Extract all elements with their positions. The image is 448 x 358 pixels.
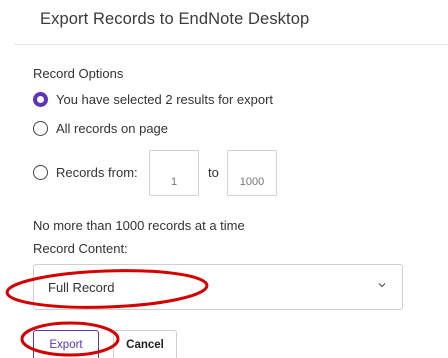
range-to-input[interactable] [227, 150, 277, 196]
range-from-input[interactable] [149, 150, 199, 196]
range-to-label: to [208, 165, 219, 180]
record-content-select[interactable]: Full Record [33, 264, 403, 310]
record-content-label: Record Content: [33, 241, 128, 256]
title-divider [14, 44, 448, 45]
record-options-label: Record Options [33, 66, 124, 81]
radio-records-from[interactable]: Records from: [33, 165, 138, 180]
radio-selected-results-label: You have selected 2 results for export [56, 92, 274, 107]
export-button[interactable]: Export [33, 330, 99, 358]
cancel-button[interactable]: Cancel [113, 330, 177, 358]
radio-all-records-on-page[interactable]: All records on page [33, 121, 168, 136]
radio-checked-icon[interactable] [33, 92, 48, 107]
radio-unchecked-icon[interactable] [33, 165, 48, 180]
chevron-down-icon [378, 283, 386, 288]
export-dialog: Export Records to EndNote Desktop Record… [0, 0, 448, 358]
dialog-title: Export Records to EndNote Desktop [40, 10, 310, 28]
radio-unchecked-icon[interactable] [33, 121, 48, 136]
record-content-selected-value: Full Record [48, 279, 115, 295]
radio-records-from-label: Records from: [56, 165, 138, 180]
radio-selected-results[interactable]: You have selected 2 results for export [33, 92, 273, 107]
radio-all-records-label: All records on page [56, 121, 169, 136]
limit-note: No more than 1000 records at a time [33, 218, 245, 233]
